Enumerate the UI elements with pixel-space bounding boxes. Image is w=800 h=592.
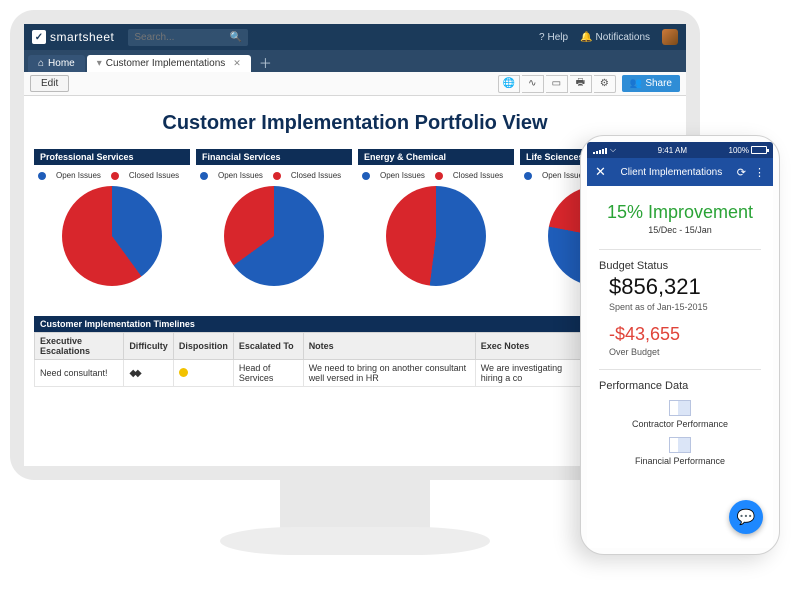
signal-icon [593,147,607,154]
over-budget-label: Over Budget [599,347,761,357]
settings-icon[interactable]: ⚙ [594,75,616,93]
divider [599,249,761,250]
cell-exec-notes[interactable]: We are investigating hiring a co [475,360,584,387]
chart-legend: Open Issues Closed Issues [358,165,514,182]
chart-legend: Open Issues Closed Issues [196,165,352,182]
cell-difficulty[interactable]: ◆◆ [124,360,174,387]
people-icon: 👥 [630,78,642,89]
legend-dot-open [200,172,208,180]
pie-chart [386,186,486,286]
cell-escalation[interactable]: Need consultant! [35,360,124,387]
mobile-screen: ⌵ 9:41 AM 100% ✕ Client Implementations … [587,142,773,548]
sheet-toolbar: Edit 🌐 ∿ ▭ 🖶 ⚙ 👥Share [24,72,686,96]
publish-icon[interactable]: 🌐 [498,75,520,93]
budget-amount: $856,321 [599,274,761,300]
col-difficulty[interactable]: Difficulty [124,333,174,360]
chart-energy-chemical: Energy & Chemical Open Issues Closed Iss… [358,149,514,294]
activity-icon[interactable]: ∿ [522,75,544,93]
legend-dot-closed [111,172,119,180]
display-icon[interactable]: ▭ [546,75,568,93]
tab-customer-implementations[interactable]: ▾Customer Implementations✕ [87,55,251,72]
improvement-headline: 15% Improvement [599,196,761,225]
app-topbar: ✓ smartsheet 🔍 ?Help 🔔Notifications [24,24,686,50]
brand-logo-icon: ✓ [32,30,46,44]
chat-fab[interactable]: 💬 [729,500,763,534]
difficulty-icon: ◆◆ [129,368,138,379]
budget-label: Budget Status [599,260,761,272]
mobile-title: Client Implementations [620,167,722,178]
report-icon[interactable] [669,400,691,416]
col-notes[interactable]: Notes [303,333,475,360]
caret-icon: ▾ [97,58,102,69]
date-range: 15/Dec - 15/Jan [599,225,761,245]
help-link[interactable]: ?Help [539,32,568,43]
tab-home[interactable]: ⌂Home [28,55,85,72]
budget-asof: Spent as of Jan-15-2015 [599,302,761,312]
chart-legend: Open Issues Closed Issues [34,165,190,182]
performance-label: Performance Data [599,380,761,392]
over-budget-amount: -$43,655 [599,324,761,345]
close-icon[interactable]: ✕ [595,164,606,180]
add-tab-button[interactable]: ＋ [253,55,278,72]
print-icon[interactable]: 🖶 [570,75,592,93]
legend-dot-closed [273,172,281,180]
legend-dot-open [362,172,370,180]
divider [599,369,761,370]
chart-financial-services: Financial Services Open Issues Closed Is… [196,149,352,294]
chat-icon: 💬 [737,508,756,526]
col-escalations[interactable]: Executive Escalations [35,333,124,360]
col-disposition[interactable]: Disposition [173,333,233,360]
tab-strip: ⌂Home ▾Customer Implementations✕ ＋ [24,50,686,72]
perf-item[interactable]: Contractor Performance [599,419,761,429]
status-bar: ⌵ 9:41 AM 100% [587,142,773,158]
mobile-app-bar: ✕ Client Implementations ⟳ ⋮ [587,158,773,186]
close-tab-icon[interactable]: ✕ [233,58,241,69]
col-exec-notes[interactable]: Exec Notes [475,333,584,360]
wifi-icon: ⌵ [610,145,616,155]
mobile-phone-frame: ⌵ 9:41 AM 100% ✕ Client Implementations … [580,135,780,555]
help-icon: ? [539,32,545,43]
legend-dot-open [38,172,46,180]
search-icon[interactable]: 🔍 [230,32,242,43]
bell-icon: 🔔 [580,32,592,43]
user-avatar[interactable] [662,29,678,45]
search-input[interactable] [134,32,224,43]
chart-title: Energy & Chemical [358,149,514,165]
status-time: 9:41 AM [658,146,687,155]
search-box[interactable]: 🔍 [128,29,248,46]
more-icon[interactable]: ⋮ [754,166,765,179]
col-escalated-to[interactable]: Escalated To [233,333,303,360]
brand-name: smartsheet [50,30,114,44]
cell-disposition[interactable] [173,360,233,387]
notifications-link[interactable]: 🔔Notifications [580,32,650,43]
battery-indicator: 100% [729,146,767,155]
cell-escalated-to[interactable]: Head of Services [233,360,303,387]
chart-title: Professional Services [34,149,190,165]
disposition-dot-icon [179,368,188,377]
report-icon[interactable] [669,437,691,453]
chart-professional-services: Professional Services Open Issues Closed… [34,149,190,294]
monitor-stand [280,478,430,533]
pie-chart [62,186,162,286]
refresh-icon[interactable]: ⟳ [737,166,746,179]
pie-chart [224,186,324,286]
legend-dot-open [524,172,532,180]
legend-dot-closed [435,172,443,180]
mobile-content: 15% Improvement 15/Dec - 15/Jan Budget S… [587,186,773,476]
perf-item[interactable]: Financial Performance [599,456,761,466]
home-icon: ⌂ [38,58,44,69]
cell-notes[interactable]: We need to bring on another consultant w… [303,360,475,387]
edit-button[interactable]: Edit [30,75,69,92]
share-button[interactable]: 👥Share [622,75,680,92]
chart-title: Financial Services [196,149,352,165]
